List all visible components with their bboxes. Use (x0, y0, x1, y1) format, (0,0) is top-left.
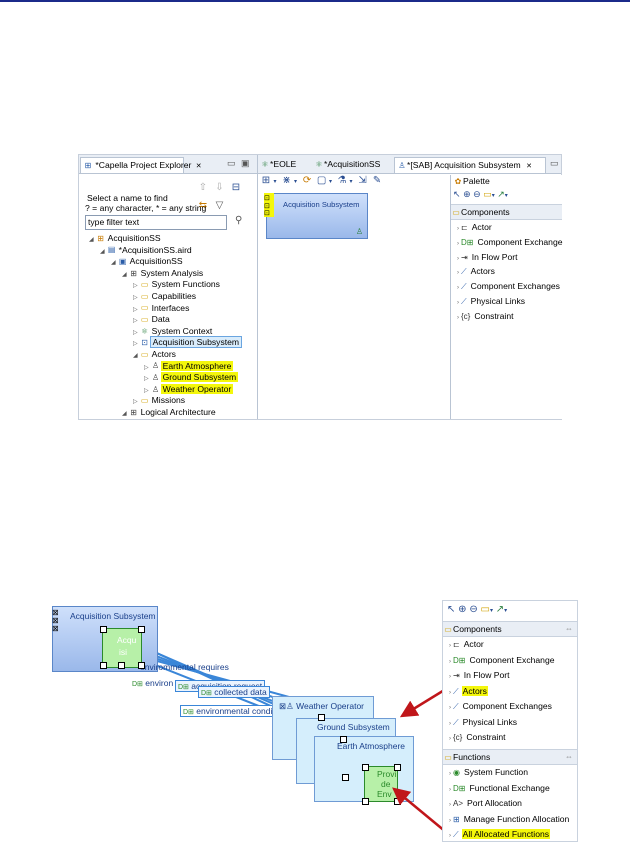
chevron-right-icon: › (449, 771, 451, 777)
chevron-right-icon: › (449, 833, 451, 839)
zoom-out-icon[interactable]: ⊖ (469, 604, 477, 615)
bottom-palette: ↖ ⊕ ⊖ ▭▾ ↗▾ ▭Components ⇔ › ⊏ Actor › D⊞ Comp… (442, 600, 578, 842)
chevron-right-icon: › (449, 674, 451, 680)
collapse-icon[interactable]: ⇔ (565, 622, 573, 636)
functional-exchange-icon: D⊞ (453, 783, 466, 793)
palette-item[interactable]: › ⇥ In Flow Port (443, 668, 583, 682)
palette-section-functions[interactable]: ▭Functions ⇔ (443, 749, 577, 765)
chevron-right-icon: › (449, 786, 451, 793)
palette-item[interactable]: › ⊞ Manage Function Allocation (443, 812, 583, 826)
palette-item[interactable]: › ⟋ Actors (443, 684, 583, 698)
arrow-line (399, 687, 447, 718)
palette-tools: ↖ ⊕ ⊖ ▭▾ ↗▾ (447, 604, 507, 615)
palette-item[interactable]: › D⊞ Component Exchange (443, 653, 583, 667)
in-flow-port-icon: ⇥ (453, 671, 460, 680)
actor-icon: ⊏ (453, 640, 460, 649)
palette-item-label: Component Exchanges (462, 701, 552, 711)
palette-item[interactable]: › ⟋ All Allocated Functions (443, 827, 583, 841)
chevron-right-icon: › (449, 658, 451, 665)
palette-item[interactable]: › ⟋ Component Exchanges (443, 699, 583, 713)
link-icon: ⟋ (453, 717, 459, 727)
palette-item-label: Port Allocation (467, 798, 522, 808)
note-icon[interactable]: ▭ (481, 604, 490, 615)
connector-icon[interactable]: ↗ (496, 604, 504, 615)
chevron-right-icon: › (449, 720, 451, 727)
dropdown-icon[interactable]: ▾ (504, 608, 507, 614)
dropdown-icon[interactable]: ▾ (490, 608, 493, 614)
collapse-icon[interactable]: ⇔ (565, 750, 573, 764)
palette-item-label: All Allocated Functions (461, 829, 551, 839)
folder-icon: ▭ (444, 624, 452, 634)
palette-item[interactable]: › A> Port Allocation (443, 796, 583, 810)
palette-item-label: Manage Function Allocation (463, 813, 570, 824)
zoom-in-icon[interactable]: ⊕ (458, 604, 466, 615)
chevron-right-icon: › (449, 817, 451, 824)
chevron-right-icon: › (449, 802, 451, 808)
palette-item-label: Functional Exchange (469, 782, 550, 793)
link-icon: ⟋ (453, 702, 459, 711)
chevron-right-icon: › (449, 736, 451, 742)
palette-item[interactable]: › ◉ System Function (443, 765, 583, 779)
manage-allocation-icon: ⊞ (453, 814, 460, 824)
chevron-right-icon: › (449, 643, 451, 649)
palette-item-label: System Function (463, 767, 528, 777)
palette-item-label: Actor (463, 639, 484, 649)
palette-section-label: Components (453, 624, 502, 634)
palette-item-label: Actors (461, 685, 488, 696)
palette-item[interactable]: › ⊏ Actor (443, 637, 583, 651)
palette-item-label: Constraint (466, 732, 506, 742)
link-icon: ⟋ (453, 830, 459, 839)
palette-item[interactable]: › D⊞ Functional Exchange (443, 781, 583, 795)
system-function-icon: ◉ (453, 768, 460, 777)
constraint-icon: {c} (453, 733, 463, 742)
pointer-icon[interactable]: ↖ (447, 604, 455, 615)
palette-item-label: Physical Links (462, 716, 518, 727)
link-icon: ⟋ (453, 686, 459, 696)
palette-item[interactable]: › ⟋ Physical Links (443, 715, 583, 729)
palette-item[interactable]: › {c} Constraint (443, 730, 583, 744)
chevron-right-icon: › (449, 689, 451, 696)
arrow-line (392, 787, 447, 833)
port-allocation-icon: A> (453, 799, 464, 808)
palette-section-label: Functions (453, 752, 491, 762)
palette-item-label: In Flow Port (463, 670, 510, 680)
chevron-right-icon: › (449, 705, 451, 711)
folder-icon: ▭ (444, 752, 452, 762)
component-exchange-icon: D⊞ (453, 655, 466, 665)
palette-item-label: Component Exchange (469, 654, 555, 665)
palette-section-components[interactable]: ▭Components ⇔ (443, 621, 577, 637)
